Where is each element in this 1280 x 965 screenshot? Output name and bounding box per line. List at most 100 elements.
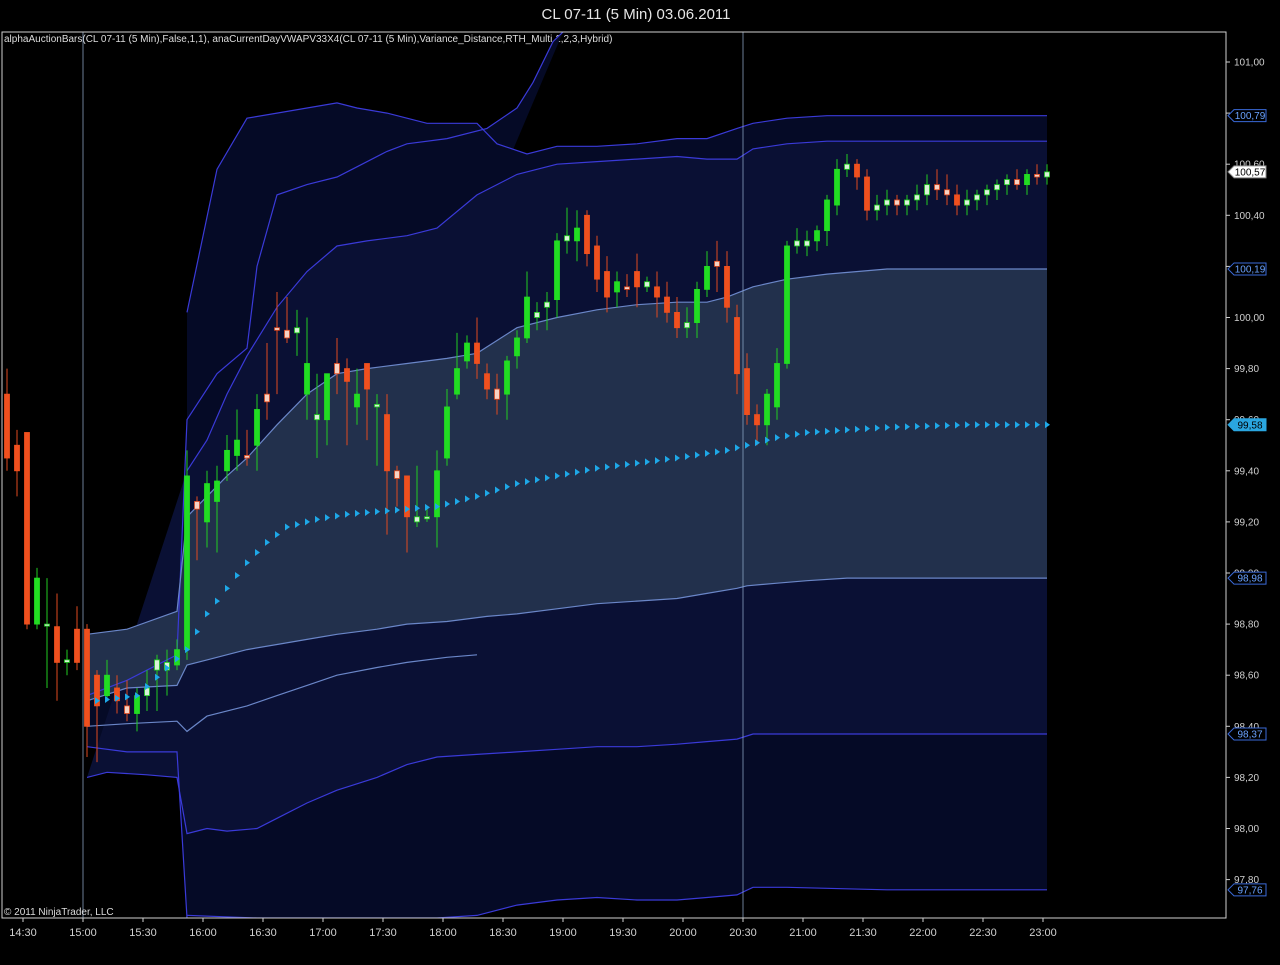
candle-body-84[interactable] — [844, 163, 850, 170]
candle-body-83[interactable] — [834, 168, 840, 206]
candle-body-33[interactable] — [334, 363, 340, 375]
candle-body-56[interactable] — [564, 235, 570, 242]
candle-body-68[interactable] — [684, 322, 690, 329]
candle-body-22[interactable] — [224, 449, 230, 472]
candle-body-44[interactable] — [444, 406, 450, 459]
candle-body-32[interactable] — [324, 373, 330, 421]
candle-body-51[interactable] — [514, 337, 520, 357]
candle-body-101[interactable] — [1014, 179, 1020, 186]
candle-body-70[interactable] — [704, 265, 710, 290]
candle-body-79[interactable] — [794, 240, 800, 247]
candle-body-93[interactable] — [934, 184, 940, 191]
candle-body-80[interactable] — [804, 240, 810, 247]
candle-body-46[interactable] — [464, 342, 470, 362]
candle-body-81[interactable] — [814, 230, 820, 242]
candle-body-7[interactable] — [74, 628, 80, 663]
candle-body-37[interactable] — [374, 403, 380, 408]
candle-body-74[interactable] — [744, 368, 750, 415]
candle-body-2[interactable] — [24, 432, 30, 625]
candle-body-64[interactable] — [644, 281, 650, 288]
candle-body-99[interactable] — [994, 184, 1000, 191]
candle-body-31[interactable] — [314, 414, 320, 421]
candle-body-47[interactable] — [474, 342, 480, 364]
candle-body-88[interactable] — [884, 199, 890, 206]
candle-body-72[interactable] — [724, 265, 730, 308]
candle-body-69[interactable] — [694, 288, 700, 324]
candle-body-100[interactable] — [1004, 179, 1010, 186]
candle-body-59[interactable] — [594, 245, 600, 280]
candle-body-30[interactable] — [304, 363, 310, 395]
candle-body-28[interactable] — [284, 329, 290, 339]
candle-body-77[interactable] — [774, 363, 780, 408]
candle-body-49[interactable] — [494, 388, 500, 400]
candle-body-91[interactable] — [914, 194, 920, 201]
candle-body-38[interactable] — [384, 414, 390, 472]
candle-body-29[interactable] — [294, 327, 300, 334]
candle-body-60[interactable] — [604, 271, 610, 298]
x-tick-label-3: 16:00 — [189, 927, 217, 939]
candle-body-94[interactable] — [944, 189, 950, 196]
candle-body-25[interactable] — [254, 409, 260, 446]
candle-body-67[interactable] — [674, 311, 680, 329]
candle-body-87[interactable] — [874, 204, 880, 211]
candle-body-20[interactable] — [204, 483, 210, 523]
candle-body-55[interactable] — [554, 240, 560, 301]
candle-body-1[interactable] — [14, 444, 20, 472]
candle-body-53[interactable] — [534, 311, 540, 318]
candle-body-21[interactable] — [214, 480, 220, 502]
candle-body-86[interactable] — [864, 176, 870, 211]
candle-body-71[interactable] — [714, 260, 720, 267]
candle-body-54[interactable] — [544, 301, 550, 308]
candle-body-18[interactable] — [184, 475, 190, 651]
candle-body-78[interactable] — [784, 245, 790, 364]
candle-body-73[interactable] — [734, 317, 740, 375]
candle-body-65[interactable] — [654, 286, 660, 298]
candle-body-4[interactable] — [44, 623, 50, 627]
candle-body-90[interactable] — [904, 199, 910, 206]
candle-body-75[interactable] — [754, 414, 760, 426]
candle-body-45[interactable] — [454, 368, 460, 395]
candle-body-10[interactable] — [104, 674, 110, 697]
candle-body-6[interactable] — [64, 659, 70, 663]
candle-body-95[interactable] — [954, 194, 960, 206]
candle-body-8[interactable] — [84, 628, 90, 727]
candle-body-3[interactable] — [34, 577, 40, 625]
candle-body-58[interactable] — [584, 214, 590, 255]
candle-body-36[interactable] — [364, 363, 370, 390]
candle-body-23[interactable] — [234, 439, 240, 456]
price-tag-label-5: 98,37 — [1237, 729, 1262, 740]
candle-body-102[interactable] — [1024, 174, 1030, 186]
candle-body-42[interactable] — [424, 516, 430, 520]
candle-body-92[interactable] — [924, 184, 930, 196]
candle-body-76[interactable] — [764, 393, 770, 426]
candle-body-12[interactable] — [124, 705, 130, 714]
candle-body-98[interactable] — [984, 189, 990, 196]
candle-body-97[interactable] — [974, 194, 980, 201]
candle-body-89[interactable] — [894, 199, 900, 206]
candle-body-27[interactable] — [274, 327, 280, 331]
candle-body-57[interactable] — [574, 227, 580, 242]
candle-body-48[interactable] — [484, 373, 490, 390]
candle-body-19[interactable] — [194, 501, 200, 510]
candle-body-35[interactable] — [354, 393, 360, 408]
candle-body-104[interactable] — [1044, 171, 1050, 178]
price-chart[interactable]: CL 07-11 (5 Min) 03.06.2011 alphaAuction… — [0, 0, 1280, 965]
candle-body-85[interactable] — [854, 163, 860, 178]
candle-body-63[interactable] — [634, 271, 640, 288]
candle-body-5[interactable] — [54, 626, 60, 663]
candle-body-82[interactable] — [824, 199, 830, 232]
candle-body-61[interactable] — [614, 281, 620, 293]
candle-body-15[interactable] — [154, 659, 160, 671]
candle-body-0[interactable] — [4, 393, 10, 459]
candle-body-52[interactable] — [524, 296, 530, 339]
candle-body-103[interactable] — [1034, 174, 1040, 178]
candle-body-66[interactable] — [664, 296, 670, 313]
candle-body-26[interactable] — [264, 393, 270, 403]
candle-body-34[interactable] — [344, 368, 350, 382]
candle-body-62[interactable] — [624, 286, 630, 290]
candle-body-24[interactable] — [244, 455, 250, 459]
candle-body-50[interactable] — [504, 360, 510, 395]
candle-body-39[interactable] — [394, 470, 400, 479]
candle-body-41[interactable] — [414, 516, 420, 523]
candle-body-96[interactable] — [964, 199, 970, 206]
